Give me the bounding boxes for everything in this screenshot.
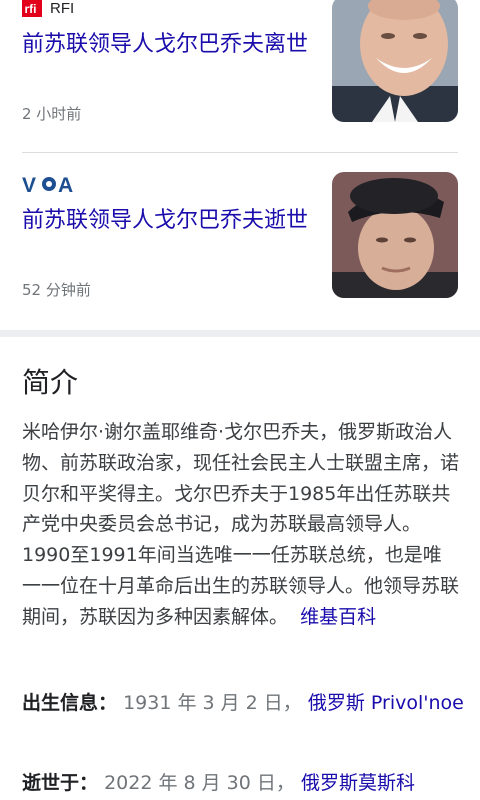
fact-value: 1931 年 3 月 2 日，: [123, 692, 302, 714]
svg-text:rfi: rfi: [25, 2, 37, 16]
rfi-logo: rfi: [22, 0, 42, 17]
deathplace-link[interactable]: 俄罗斯莫斯科: [301, 772, 415, 794]
news-thumbnail[interactable]: [332, 0, 458, 122]
news-item[interactable]: rfi RFI 前苏联领导人戈尔巴乔夫离世 2 小时前: [22, 0, 458, 140]
svg-text:V: V: [22, 174, 36, 195]
news-card: rfi RFI 前苏联领导人戈尔巴乔夫离世 2 小时前 V A 前苏联领导人戈尔…: [0, 0, 480, 330]
news-timestamp: 52 分钟前: [22, 281, 91, 299]
death-fact: 逝世于： 2022 年 8 月 30 日， 俄罗斯莫斯科: [22, 767, 470, 799]
description-text: 米哈伊尔·谢尔盖耶维奇·戈尔巴乔夫，俄罗斯政治人物、前苏联政治家，现任社会民主人…: [22, 421, 460, 628]
gorbachev-smiling-photo: [332, 0, 458, 122]
svg-text:A: A: [58, 174, 73, 195]
fact-label: 逝世于：: [22, 772, 99, 794]
wikipedia-link[interactable]: 维基百科: [300, 606, 376, 628]
fact-label: 出生信息：: [22, 692, 118, 714]
news-timestamp: 2 小时前: [22, 105, 82, 123]
gorbachev-cap-photo: [332, 172, 458, 298]
about-card: 简介 米哈伊尔·谢尔盖耶维奇·戈尔巴乔夫，俄罗斯政治人物、前苏联政治家，现任社会…: [0, 337, 480, 800]
voa-logo: V A: [22, 174, 73, 195]
news-source: rfi RFI: [22, 0, 74, 18]
news-divider: [22, 152, 458, 153]
news-source-label: RFI: [50, 0, 75, 17]
birth-fact: 出生信息： 1931 年 3 月 2 日， 俄罗斯 Privol'noe: [22, 687, 470, 719]
news-headline[interactable]: 前苏联领导人戈尔巴乔夫离世: [22, 30, 312, 60]
news-item[interactable]: V A 前苏联领导人戈尔巴乔夫逝世 52 分钟前: [22, 170, 458, 310]
about-description: 米哈伊尔·谢尔盖耶维奇·戈尔巴乔夫，俄罗斯政治人物、前苏联政治家，现任社会民主人…: [22, 417, 460, 633]
fact-value: 2022 年 8 月 30 日，: [104, 772, 295, 794]
birthplace-link[interactable]: 俄罗斯 Privol'noe: [308, 692, 464, 714]
news-thumbnail[interactable]: [332, 172, 458, 298]
news-source: V A: [22, 174, 80, 195]
news-headline[interactable]: 前苏联领导人戈尔巴乔夫逝世: [22, 206, 312, 236]
section-heading: 简介: [22, 366, 79, 399]
